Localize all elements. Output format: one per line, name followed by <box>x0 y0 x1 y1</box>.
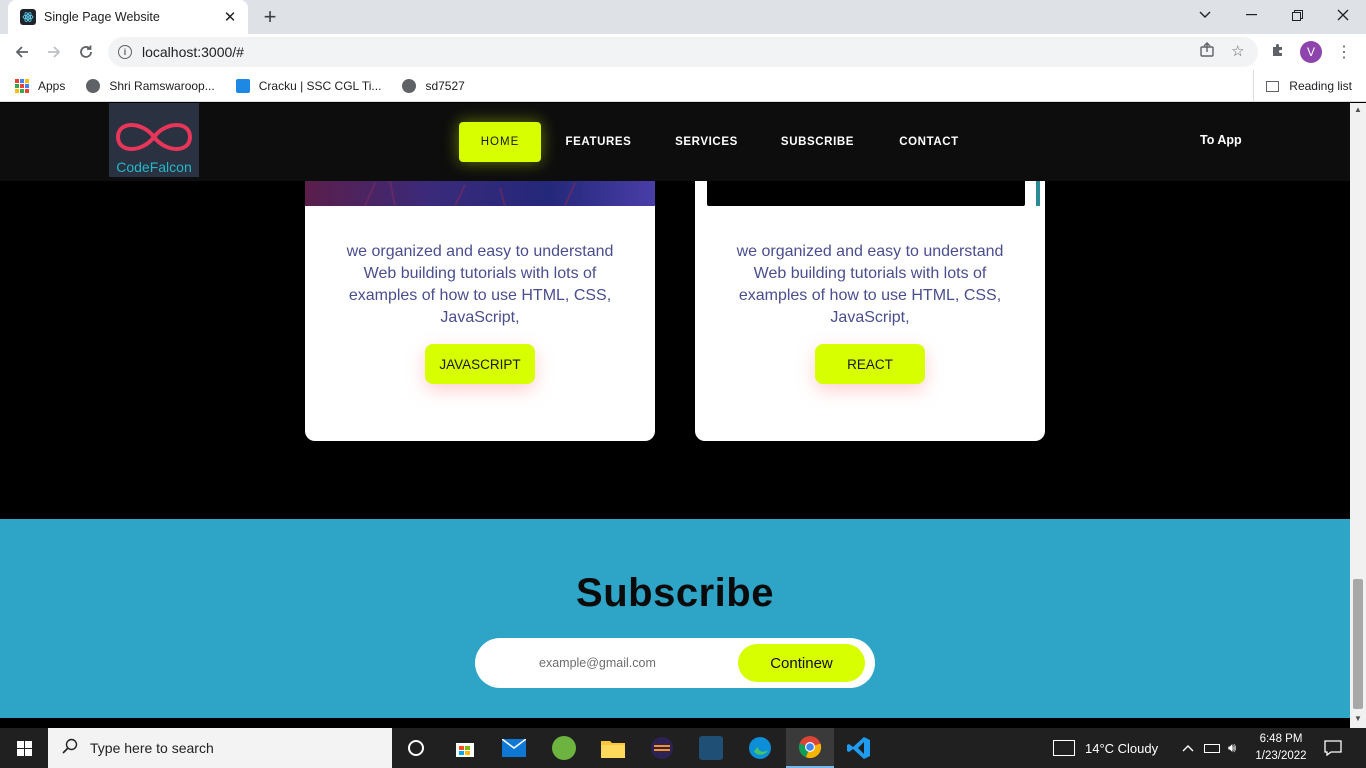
tray-chevron-icon[interactable] <box>1182 728 1194 768</box>
site-info-icon[interactable]: i <box>118 45 132 59</box>
infinity-logo-icon <box>115 123 193 151</box>
scroll-down-icon[interactable]: ▼ <box>1354 714 1362 723</box>
cortana-icon[interactable] <box>392 728 440 768</box>
reading-list-label: Reading list <box>1289 79 1352 93</box>
continue-button[interactable]: Continew <box>738 644 865 682</box>
clock-date: 1/23/2022 <box>1255 750 1307 762</box>
logo-text: CodeFalcon <box>116 159 192 175</box>
page-viewport: we organized and easy to understand Web … <box>0 103 1350 718</box>
browser-tab[interactable]: Single Page Website ✕ <box>8 0 248 34</box>
restore-button[interactable] <box>1274 0 1320 30</box>
search-icon <box>62 738 78 759</box>
windows-taskbar: Type here to search 14°C Cloudy 🔊︎ 6:48 … <box>0 728 1366 768</box>
new-tab-button[interactable]: + <box>258 4 282 30</box>
back-arrow-icon[interactable] <box>10 40 34 64</box>
file-explorer-icon[interactable] <box>589 728 637 768</box>
tab-close-icon[interactable]: ✕ <box>222 8 238 26</box>
more-menu-icon[interactable]: ⋮ <box>1336 42 1352 62</box>
mail-icon[interactable] <box>490 728 538 768</box>
share-icon[interactable] <box>1199 42 1215 62</box>
clock-time: 6:48 PM <box>1259 733 1303 745</box>
bookmark-cracku[interactable]: Cracku | SSC CGL Ti... <box>235 78 382 94</box>
site-navbar: CodeFalcon HOME FEATURES SERVICES SUBSCR… <box>0 103 1350 181</box>
card-description: we organized and easy to understand Web … <box>736 243 1004 326</box>
browser-toolbar: i localhost:3000/# ☆ V ⋮ <box>0 34 1366 70</box>
bookmark-label: Shri Ramswaroop... <box>109 78 215 93</box>
profile-avatar[interactable]: V <box>1300 41 1322 63</box>
nav-subscribe[interactable]: SUBSCRIBE <box>772 122 863 162</box>
tab-strip: Single Page Website ✕ + <box>0 0 1366 34</box>
cracku-icon <box>235 78 251 94</box>
minimize-button[interactable] <box>1228 0 1274 30</box>
reading-list-button[interactable]: Reading list <box>1253 70 1352 102</box>
edge-icon[interactable] <box>736 728 784 768</box>
extensions-puzzle-icon[interactable] <box>1270 42 1286 62</box>
bookmark-label: sd7527 <box>425 78 465 93</box>
weather-widget[interactable]: 14°C Cloudy <box>1053 728 1158 768</box>
bookmarks-bar: Apps Shri Ramswaroop... Cracku | SSC CGL… <box>0 70 1366 102</box>
address-url: localhost:3000/# <box>142 44 244 60</box>
card-description: we organized and easy to understand Web … <box>346 243 614 326</box>
taskbar-clock[interactable]: 6:48 PM 1/23/2022 <box>1250 731 1312 765</box>
tab-title: Single Page Website <box>44 10 160 24</box>
scrollbar-thumb[interactable] <box>1353 579 1363 709</box>
forward-arrow-icon[interactable] <box>42 40 66 64</box>
scroll-up-icon[interactable]: ▲ <box>1354 105 1362 114</box>
battery-icon[interactable] <box>1204 728 1220 768</box>
bookmark-label: Apps <box>38 78 66 93</box>
globe-icon <box>401 78 417 94</box>
start-button[interactable] <box>0 728 48 768</box>
bookmark-shri-ramswaroop[interactable]: Shri Ramswaroop... <box>85 78 215 94</box>
chrome-icon[interactable] <box>786 728 834 768</box>
subscribe-title: Subscribe <box>576 571 774 615</box>
search-placeholder: Type here to search <box>90 740 214 756</box>
nav-contact[interactable]: CONTACT <box>887 122 971 162</box>
tab-search-icon[interactable] <box>1182 0 1228 30</box>
nav-home[interactable]: HOME <box>459 122 541 162</box>
eclipse-icon[interactable] <box>638 728 686 768</box>
nav-features[interactable]: FEATURES <box>556 122 641 162</box>
subscribe-section: Subscribe Continew <box>0 519 1350 718</box>
page-scrollbar[interactable]: ▲ ▼ <box>1350 103 1366 728</box>
email-input[interactable] <box>539 651 729 675</box>
vscode-icon[interactable] <box>835 728 883 768</box>
react-button[interactable]: REACT <box>815 344 925 384</box>
apps-grid-icon <box>14 78 30 94</box>
nav-services[interactable]: SERVICES <box>665 122 748 162</box>
address-bar[interactable]: i localhost:3000/# <box>108 37 1258 67</box>
react-icon <box>20 9 36 25</box>
spring-tool-icon[interactable] <box>540 728 588 768</box>
store-icon[interactable] <box>441 728 489 768</box>
javascript-button[interactable]: JAVASCRIPT <box>425 344 535 384</box>
globe-icon <box>85 78 101 94</box>
bookmark-apps[interactable]: Apps <box>14 78 65 94</box>
volume-icon[interactable]: 🔊︎ <box>1228 728 1236 768</box>
reading-list-icon <box>1266 80 1280 92</box>
close-window-button[interactable] <box>1320 0 1366 30</box>
weather-icon <box>1053 740 1075 756</box>
notifications-icon[interactable] <box>1324 728 1342 768</box>
subscribe-form: Continew <box>475 638 875 688</box>
bookmark-star-icon[interactable]: ☆ <box>1231 42 1244 60</box>
mysql-workbench-icon[interactable] <box>687 728 735 768</box>
reload-icon[interactable] <box>74 40 98 64</box>
bookmark-sd7527[interactable]: sd7527 <box>401 78 465 94</box>
weather-text: 14°C Cloudy <box>1085 740 1159 756</box>
codefalcon-logo[interactable]: CodeFalcon <box>109 103 199 177</box>
bookmark-label: Cracku | SSC CGL Ti... <box>258 78 382 93</box>
windows-logo-icon <box>16 740 32 756</box>
to-app-link[interactable]: To App <box>1200 133 1242 147</box>
taskbar-search[interactable]: Type here to search <box>48 728 392 768</box>
